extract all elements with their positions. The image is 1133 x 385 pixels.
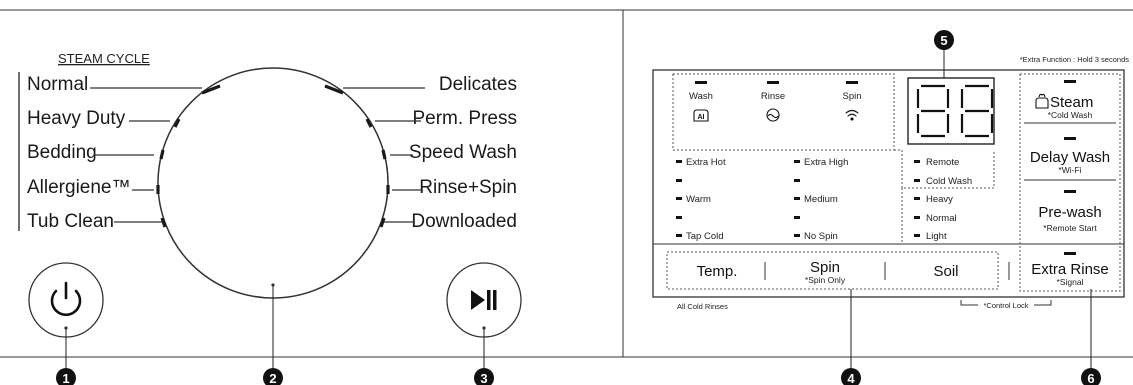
callout-number: 6 xyxy=(1087,371,1094,385)
start-pause-button[interactable] xyxy=(446,262,522,338)
steam-label: Steam xyxy=(1050,94,1093,111)
spin-option: No Spin xyxy=(804,231,838,242)
steam-button[interactable]: Steam *Cold Wash xyxy=(1035,80,1093,120)
callout-number: 5 xyxy=(940,33,947,48)
all-cold-rinses-label: All Cold Rinses xyxy=(677,302,728,311)
svg-text:AI: AI xyxy=(698,114,705,121)
control-lock-label: *Control Lock xyxy=(983,301,1028,310)
spin-option: Extra High xyxy=(804,157,848,168)
temp-option: Extra Hot xyxy=(686,157,726,168)
power-button[interactable] xyxy=(28,262,104,338)
soil-option: Light xyxy=(926,231,947,242)
status-labels: Wash Rinse Spin xyxy=(689,91,861,102)
extra-rinse-sub-label: *Signal xyxy=(1057,277,1084,287)
status-label-wash: Wash xyxy=(689,91,713,102)
cycle-label[interactable]: Bedding xyxy=(27,142,97,163)
wash-status-icon: AI xyxy=(693,109,709,122)
status-area xyxy=(672,73,895,151)
extra-function-note: *Extra Function : Hold 3 seconds xyxy=(1020,55,1129,64)
status-label-spin: Spin xyxy=(842,91,861,102)
spin-status-icon xyxy=(845,109,859,121)
delay-wash-label: Delay Wash xyxy=(1030,149,1110,166)
spin-options: Extra High Medium No Spin xyxy=(794,157,848,242)
remote-option: Cold Wash xyxy=(926,176,972,187)
callout-number: 4 xyxy=(847,371,855,385)
soil-options: Heavy Normal Light xyxy=(914,194,957,242)
right-cycle-group: Delicates Perm. Press Speed Wash Rinse+S… xyxy=(409,74,517,232)
callout-number: 1 xyxy=(62,371,69,385)
cycle-dial[interactable] xyxy=(156,67,390,299)
steam-cycle-heading: STEAM CYCLE xyxy=(58,51,150,66)
cycle-label[interactable]: Normal xyxy=(27,74,88,95)
soil-option: Heavy xyxy=(926,194,953,205)
cycle-label[interactable]: Heavy Duty xyxy=(27,108,126,129)
callout-marker: 2 xyxy=(263,368,283,385)
callout-marker: 3 xyxy=(474,368,494,385)
time-display xyxy=(907,77,995,145)
status-leds xyxy=(695,81,858,84)
steam-icon xyxy=(1035,93,1049,109)
cycle-label[interactable]: Downloaded xyxy=(411,211,517,232)
spin-button-label: Spin xyxy=(810,259,840,276)
remote-option: Remote xyxy=(926,157,959,168)
soil-option: Normal xyxy=(926,213,957,224)
callout-number: 2 xyxy=(269,371,276,385)
temp-option: Warm xyxy=(686,194,711,205)
rinse-status-icon xyxy=(766,108,780,122)
cycle-label[interactable]: Perm. Press xyxy=(412,108,517,129)
left-cycle-group: Normal Heavy Duty Bedding Allergiene™ Tu… xyxy=(27,74,131,232)
steam-sub-label: *Cold Wash xyxy=(1048,110,1093,120)
callout-marker: 6 xyxy=(1081,368,1101,385)
temp-option: Tap Cold xyxy=(686,231,724,242)
spin-option: Medium xyxy=(804,194,838,205)
callout-marker: 1 xyxy=(56,368,76,385)
cycle-label[interactable]: Tub Clean xyxy=(27,211,114,232)
cycle-label[interactable]: Rinse+Spin xyxy=(419,177,517,198)
pre-wash-label: Pre-wash xyxy=(1038,204,1101,221)
callout-number: 3 xyxy=(480,371,487,385)
bottom-dividers xyxy=(764,262,1010,280)
callout-marker: 5 xyxy=(934,30,954,50)
pre-wash-sub-label: *Remote Start xyxy=(1043,223,1097,233)
extra-rinse-label: Extra Rinse xyxy=(1031,261,1109,278)
cycle-label[interactable]: Speed Wash xyxy=(409,142,517,163)
delay-wash-button[interactable]: Delay Wash *Wi-Fi xyxy=(1030,137,1110,175)
spin-button-sub-label: *Spin Only xyxy=(805,275,846,285)
cycle-label[interactable]: Allergiene™ xyxy=(27,177,131,198)
soil-button[interactable]: Soil xyxy=(933,263,958,280)
cycle-label[interactable]: Delicates xyxy=(439,74,517,95)
spin-button[interactable]: Spin *Spin Only xyxy=(805,259,846,285)
temp-button[interactable]: Temp. xyxy=(697,263,738,280)
delay-wash-sub-label: *Wi-Fi xyxy=(1058,165,1081,175)
status-label-rinse: Rinse xyxy=(761,91,785,102)
temp-options: Extra Hot Warm Tap Cold xyxy=(676,157,726,242)
callout-marker: 4 xyxy=(841,368,861,385)
remote-options: Remote Cold Wash xyxy=(914,157,972,187)
control-panel-diagram: STEAM CYCLE Normal Heavy Duty Bedding Al… xyxy=(0,9,1133,385)
pre-wash-button[interactable]: Pre-wash *Remote Start xyxy=(1038,190,1102,233)
extra-rinse-button[interactable]: Extra Rinse *Signal xyxy=(1031,252,1109,287)
